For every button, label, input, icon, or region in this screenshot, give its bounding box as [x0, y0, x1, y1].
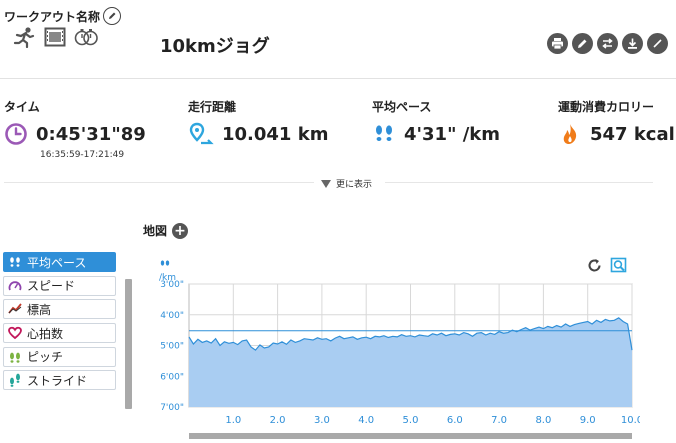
- workout-name-label: ワークアウト名称: [4, 7, 122, 25]
- sync-button[interactable]: [597, 33, 618, 54]
- download-icon: [628, 38, 637, 49]
- chart-scrollbar[interactable]: [189, 433, 632, 439]
- heart-icon: [8, 326, 22, 340]
- metric-item-pace[interactable]: 平均ペース: [3, 252, 116, 272]
- speedometer-icon: [8, 281, 22, 291]
- treadmill-icon: [44, 27, 66, 47]
- x-tick-label: 3.0: [314, 415, 330, 426]
- edit-button[interactable]: [572, 33, 593, 54]
- stat-time: タイム 0:45'31"89: [4, 98, 146, 146]
- x-tick-label: 7.0: [491, 415, 507, 426]
- header-divider: [0, 78, 676, 79]
- workout-title: 10kmジョグ: [160, 36, 270, 57]
- stat-calories-label: 運動消費カロリー: [558, 100, 655, 114]
- stopwatch-icon: [74, 29, 98, 46]
- edit-name-icon[interactable]: [103, 7, 122, 25]
- y-tick-label: 4'00": [160, 311, 184, 321]
- map-section-title: 地図 +: [143, 222, 189, 239]
- x-tick-label: 8.0: [535, 415, 551, 426]
- x-tick-labels: 1.0 2.0 3.0 4.0 5.0 6.0 7.0 8.0 9.0 10.0: [225, 415, 640, 426]
- download-button[interactable]: [622, 33, 643, 54]
- time-range: 16:35:59-17:21:49: [40, 150, 125, 160]
- footsteps-icon: [10, 257, 20, 267]
- metric-menu: 平均ペース スピード 標高 心拍数 ピッチ ストライド: [3, 252, 116, 394]
- more-button[interactable]: [647, 33, 668, 54]
- metric-item-elevation[interactable]: 標高: [3, 299, 116, 320]
- pace-unit-icon: [160, 260, 170, 266]
- y-tick-label: 6'00": [160, 372, 184, 382]
- x-tick-label: 6.0: [447, 415, 463, 426]
- map-expand-button[interactable]: +: [172, 222, 189, 239]
- stat-pace-label: 平均ペース: [372, 100, 432, 114]
- show-more-toggle[interactable]: 更に表示: [320, 177, 372, 190]
- metric-item-heart-rate[interactable]: 心拍数: [3, 323, 116, 344]
- pace-chart[interactable]: /km 3'00"4'00"5'00"6'00"7'00" 1.0 2.0 3.0 4…: [150, 258, 640, 430]
- activity-icons: [12, 26, 98, 48]
- runner-icon: [13, 27, 35, 48]
- pitch-icon: [10, 352, 20, 363]
- stat-distance-label: 走行距離: [188, 100, 237, 114]
- x-tick-label: 5.0: [403, 415, 419, 426]
- more-icon: [653, 39, 662, 48]
- x-tick-label: 10.0: [621, 415, 640, 426]
- footsteps-icon: [376, 125, 392, 141]
- x-tick-label: 4.0: [358, 415, 374, 426]
- print-button[interactable]: [547, 33, 568, 54]
- y-tick-label: 7'00": [160, 403, 184, 413]
- y-tick-label: 5'00": [160, 342, 184, 352]
- stat-time-label: タイム: [4, 100, 40, 114]
- metric-menu-scrollbar[interactable]: [125, 279, 132, 409]
- x-tick-label: 2.0: [270, 415, 286, 426]
- more-divider-left: [4, 182, 314, 183]
- stat-calories: 運動消費カロリー 547 kcal: [558, 98, 675, 146]
- stat-distance-value: 10.041 km: [222, 123, 329, 145]
- y-tick-labels: 3'00" 4'00" 5'00" 6'00" 7'00": [160, 280, 184, 413]
- pencil-icon: [578, 39, 587, 48]
- more-divider-right: [385, 182, 653, 183]
- metric-item-speed[interactable]: スピード: [3, 275, 116, 296]
- y-tick-label: 3'00": [160, 280, 184, 290]
- x-tick-label: 9.0: [580, 415, 596, 426]
- toolbar: [547, 33, 668, 54]
- print-icon: [552, 38, 563, 50]
- distance-pin-icon: [189, 122, 214, 145]
- swap-arrows-icon: [602, 38, 613, 49]
- metric-item-stride[interactable]: ストライド: [3, 370, 116, 391]
- stat-calories-value: 547 kcal: [590, 123, 675, 145]
- stride-icon: [10, 374, 20, 388]
- stat-time-value: 0:45'31"89: [36, 123, 146, 145]
- clock-icon: [5, 123, 27, 145]
- stat-pace: 平均ペース 4'31" /km: [372, 98, 500, 146]
- stat-pace-value: 4'31" /km: [404, 123, 501, 145]
- triangle-down-icon: [321, 179, 331, 188]
- elevation-icon: [8, 303, 22, 314]
- flame-icon: [563, 124, 577, 144]
- x-tick-label: 1.0: [225, 415, 241, 426]
- metric-item-pitch[interactable]: ピッチ: [3, 346, 116, 367]
- stat-distance: 走行距離 10.041 km: [188, 98, 328, 146]
